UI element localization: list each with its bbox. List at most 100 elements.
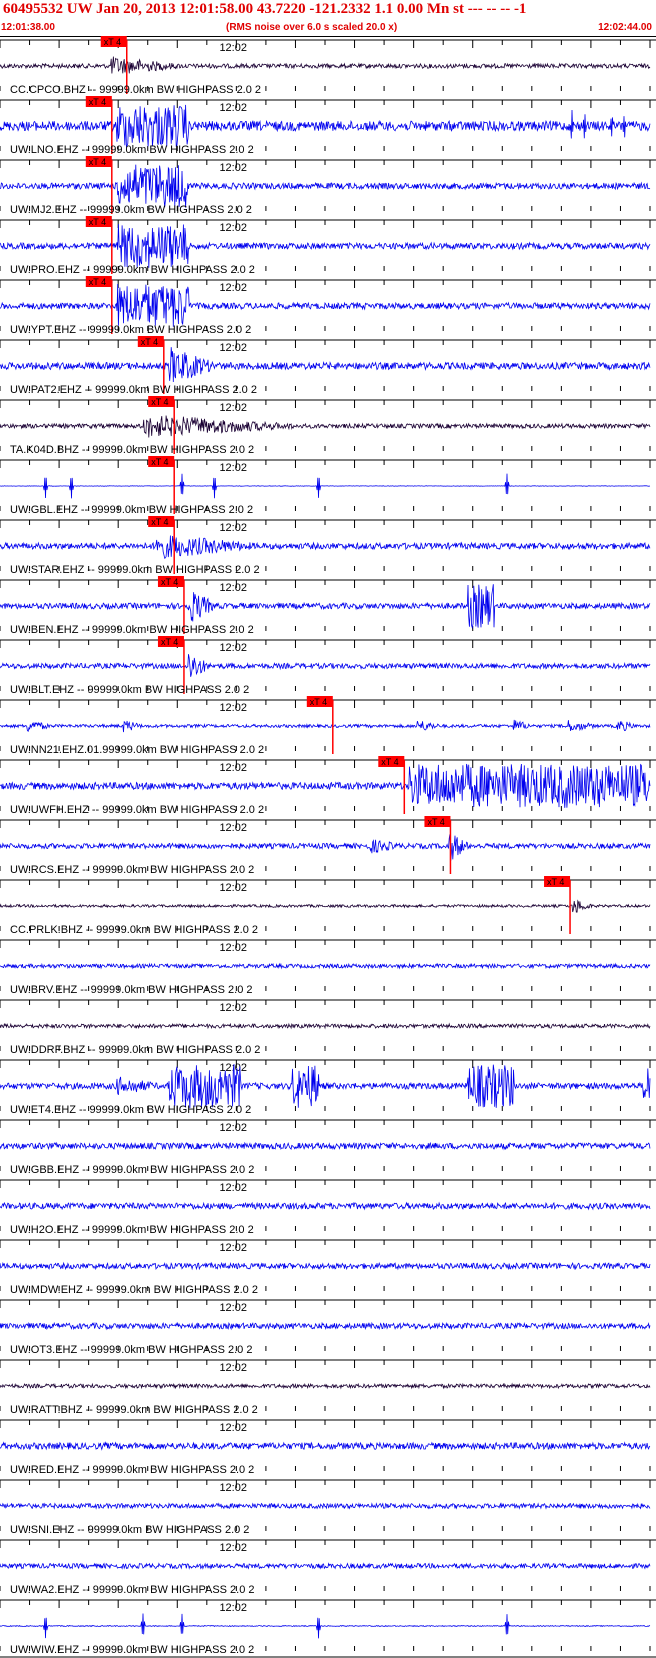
channel-label: CC.PRLK.BHZ -- 99999.0km BW HIGHPASS 2.0… (10, 924, 258, 936)
time-tick-label: 12:02 (219, 1422, 247, 1434)
channel-label: UW.LNO.EHZ -- 99999.0km BW HIGHPASS 2.0 … (10, 144, 254, 156)
time-tick-label: 12:02 (219, 222, 247, 234)
waveform-trace (0, 224, 651, 268)
pick-label: xT 4 (89, 277, 106, 287)
channel-panel: 12:02 UW.MDW.EHZ -- 99999.0km BW HIGHPASS… (0, 1239, 656, 1296)
channel-label: UW.H2O.EHZ -- 99999.0km BW HIGHPASS 2.0 … (10, 1224, 254, 1236)
channel-panel: 12:02 UW.SNI.EHZ -- 99999.0km BW HIGHPASS… (0, 1479, 656, 1536)
time-tick-label: 12:02 (219, 1362, 247, 1374)
channel-panel: 12:02 xT 4 UW.NN21.EHZ.01.99999.0km BW HIG… (0, 696, 656, 756)
time-tick-label: 12:02 (219, 822, 247, 834)
channel-panel: 12:02 xT 4 UW.BLT.EHZ -- 99999.0km BW HIGH… (0, 636, 656, 696)
pick-label: xT 4 (310, 697, 327, 707)
channel-panel: 12:02 xT 4 UW.GBL.EHZ -- 99999.0km BW HIGH… (0, 456, 656, 516)
channel-panel: 12:02 UW.H2O.EHZ -- 99999.0km BW HIGHPASS… (0, 1179, 656, 1236)
channel-label: UW.MJ2.EHZ -- 99999.0km BW HIGHPASS 2.0 … (10, 204, 252, 216)
channel-panel: 12:02 xT 4 UW.PRO.EHZ -- 99999.0km BW HIGH… (0, 216, 656, 276)
seismogram-plot: 12:02xT 4CC.CPCO.BHZ -- 99999.0km BW HIG… (0, 36, 656, 1658)
channel-label: UW.GBB.EHZ -- 99999.0km BW HIGHPASS 2.0 … (10, 1164, 254, 1176)
waveform-trace (0, 104, 651, 148)
channel-label: UW.SNI.EHZ -- 99999.0km BW HIGHPASS 2.0 … (10, 1524, 249, 1536)
channel-label: UW.DDRF.BHZ -- 99999.0km BW HIGHPASS 2.0… (10, 1044, 260, 1056)
channel-label: UW.RED.EHZ -- 99999.0km BW HIGHPASS 2.0 … (10, 1464, 254, 1476)
waveform-trace (0, 1064, 651, 1109)
time-tick-label: 12:02 (219, 642, 247, 654)
channel-label: UW.BEN.EHZ -- 99999.0km BW HIGHPASS 2.0 … (10, 624, 254, 636)
channel-panel: 12:02 UW.DDRF.BHZ -- 99999.0km BW HIGHPAS… (0, 999, 656, 1056)
waveform-trace (0, 1201, 651, 1211)
channel-panel: 12:02 UW.OT3.EHZ -- 99999.0km BW HIGHPASS… (0, 1299, 656, 1356)
waveform-trace (0, 535, 651, 559)
pick-label: xT 4 (161, 637, 178, 647)
waveform-trace (0, 1261, 651, 1271)
pick-label: xT 4 (89, 217, 106, 227)
channel-panel: 12:02 UW.RED.EHZ -- 99999.0km BW HIGHPASS… (0, 1419, 656, 1476)
waveform-trace (0, 1141, 651, 1151)
channel-panel: 12:02 xT 4 TA.K04D.BHZ -- 99999.0km BW HIG… (0, 396, 656, 456)
time-tick-label: 12:02 (219, 762, 247, 774)
pick-label: xT 4 (104, 37, 121, 47)
time-tick-label: 12:02 (219, 42, 247, 54)
plot-header: 60495532 UW Jan 20, 2013 12:01:58.00 43.… (0, 0, 656, 37)
time-tick-label: 12:02 (219, 1482, 247, 1494)
channel-panel: 12:02 UW.GBB.EHZ -- 99999.0km BW HIGHPASS… (0, 1119, 656, 1176)
channel-label: UW.OT3.EHZ -- 99999.0km BW HIGHPASS 2.0 … (10, 1344, 252, 1356)
time-tick-label: 12:02 (219, 102, 247, 114)
time-tick-label: 12:02 (219, 1002, 247, 1014)
channel-label: UW.RCS.EHZ -- 99999.0km BW HIGHPASS 2.0 … (10, 864, 254, 876)
pick-label: xT 4 (427, 817, 444, 827)
channel-label: UW.PRO.EHZ -- 99999.0km BW HIGHPASS 2.0 … (10, 264, 255, 276)
channel-panel: 12:02 xT 4 UW.BEN.EHZ -- 99999.0km BW HIGH… (0, 576, 656, 636)
time-tick-label: 12:02 (219, 342, 247, 354)
channel-panel: 12:02 xT 4 UW.LNO.EHZ -- 99999.0km BW HIGH… (0, 96, 656, 156)
waveform-trace (0, 1022, 651, 1030)
waveform-trace (0, 56, 651, 74)
time-tick-label: 12:02 (219, 702, 247, 714)
channel-panel: 12:02 xT 4 UW.RCS.EHZ -- 99999.0km BW HIGH… (0, 816, 656, 876)
waveform-trace (0, 1441, 651, 1451)
time-tick-label: 12:02 (219, 882, 247, 894)
pick-label: xT 4 (151, 517, 168, 527)
channel-label: UW.UWFH.EHZ -- 99999.0km BW HIGHPASS 2.0… (10, 804, 264, 816)
waveform-trace (0, 415, 651, 438)
channel-panel: 12:02 UW.RATT.BHZ -- 99999.0km BW HIGHPAS… (0, 1359, 656, 1416)
channel-panel: 12:02 UW.WIW.EHZ -- 99999.0km BW HIGHPASS… (0, 1599, 656, 1656)
pick-label: xT 4 (89, 97, 106, 107)
waveform-trace (0, 763, 651, 808)
pick-label: xT 4 (141, 337, 158, 347)
time-tick-label: 12:02 (219, 942, 247, 954)
channel-label: UW.NN21.EHZ.01.99999.0km BW HIGHPASS 2.0… (10, 744, 264, 756)
time-tick-label: 12:02 (219, 1122, 247, 1134)
time-tick-label: 12:02 (219, 1542, 247, 1554)
waveform-trace (0, 962, 651, 970)
time-tick-label: 12:02 (219, 1242, 247, 1254)
channel-label: UW.MDW.EHZ -- 99999.0km BW HIGHPASS 2.0 … (10, 1284, 258, 1296)
pick-label: xT 4 (151, 457, 168, 467)
channel-panel: 12:02 xT 4 UW.UWFH.EHZ -- 99999.0km BW HIG… (0, 756, 656, 816)
channel-label: UW.STAR.EHZ -- 99999.0km BW HIGHPASS 2.0… (10, 564, 260, 576)
channel-label: UW.WIW.EHZ -- 99999.0km BW HIGHPASS 2.0 … (10, 1644, 254, 1656)
time-tick-label: 12:02 (219, 522, 247, 534)
waveform-trace (0, 719, 651, 733)
channel-panel: 12:02 xT 4 CC.PRLK.BHZ -- 99999.0km BW HIG… (0, 876, 656, 936)
waveform-trace (0, 164, 651, 208)
channel-panel: 12:02 UW.WA2.EHZ -- 99999.0km BW HIGHPASS… (0, 1539, 656, 1596)
pick-label: xT 4 (89, 157, 106, 167)
channel-panel: 12:02UW.ET4.EHZ -- 99999.0km BW HIGHPASS… (0, 1059, 656, 1116)
waveform-trace (0, 1382, 651, 1390)
waveform-trace (0, 473, 651, 499)
channel-label: UW.PAT2.EHZ -- 99999.0km BW HIGHPASS 2.0… (10, 384, 257, 396)
end-time-label: 12:02:44.00 (598, 22, 652, 33)
channel-panel: 12:02 xT 4 CC.CPCO.BHZ -- 99999.0km BW HIG… (0, 36, 656, 96)
channel-panel: 12:02 xT 4 UW.MJ2.EHZ -- 99999.0km BW HIGH… (0, 156, 656, 216)
time-tick-label: 12:02 (219, 1182, 247, 1194)
channel-panel: 12:02 xT 4 UW.YPT.EHZ -- 99999.0km BW HIGH… (0, 276, 656, 336)
channel-panel: 12:02 xT 4 UW.PAT2.EHZ -- 99999.0km BW HIG… (0, 336, 656, 396)
waveform-trace (0, 584, 651, 630)
waveform-trace (0, 654, 651, 677)
channel-label: CC.CPCO.BHZ -- 99999.0km BW HIGHPASS 2.0… (10, 84, 261, 96)
pick-label: xT 4 (151, 397, 168, 407)
waveform-trace (0, 283, 651, 327)
channel-label: UW.BLT.EHZ -- 99999.0km BW HIGHPASS 2.0 … (10, 684, 249, 696)
channel-label: UW.GBL.EHZ -- 99999.0km BW HIGHPASS 2.0 … (10, 504, 253, 516)
